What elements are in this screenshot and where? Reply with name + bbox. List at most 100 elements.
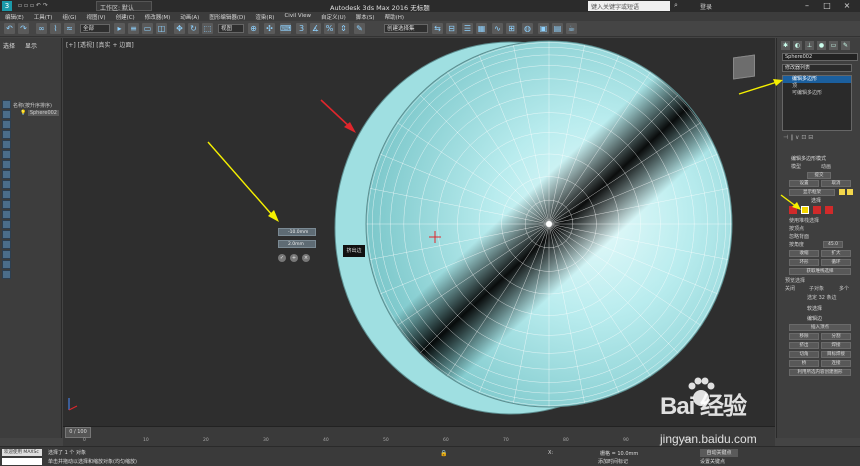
display-tab-icon[interactable]: ▭ <box>829 41 838 50</box>
ref-coord-dropdown[interactable]: 视图 <box>218 24 244 33</box>
radio-model[interactable]: 模型 <box>791 164 801 170</box>
angle-spinner[interactable]: 45.0 <box>823 241 843 248</box>
create-shape-button[interactable]: 利用所选内容创建图形 <box>789 369 851 376</box>
rollout-edit-edges[interactable]: 编辑边 <box>781 316 857 322</box>
light-icon[interactable] <box>2 130 11 139</box>
maximize-icon[interactable]: □ <box>820 1 834 11</box>
menu-views[interactable]: 视图(V) <box>82 12 111 21</box>
utilities-tab-icon[interactable]: ✎ <box>841 41 850 50</box>
keyboard-shortcut-icon[interactable]: ⌨ <box>280 23 292 34</box>
help-search-icon[interactable]: ⌕ <box>674 1 678 10</box>
all-icon[interactable] <box>2 230 11 239</box>
curve-editor-icon[interactable]: ∿ <box>492 23 503 34</box>
insert-vertex-button[interactable]: 插入顶点 <box>789 324 851 331</box>
border-mode-icon[interactable] <box>813 206 821 214</box>
none-icon[interactable] <box>2 240 11 249</box>
spacewarp-icon[interactable] <box>2 160 11 169</box>
rollout-edit-poly-mode[interactable]: 编辑多边形模式 <box>781 156 857 162</box>
bone-icon[interactable] <box>2 190 11 199</box>
unlink-icon[interactable]: ⌇ <box>50 23 61 34</box>
group-icon[interactable] <box>2 170 11 179</box>
caddy-width-field[interactable]: 2.0mm <box>278 240 316 248</box>
menu-tools[interactable]: 工具(T) <box>29 12 58 21</box>
frozen-icon[interactable] <box>2 210 11 219</box>
menu-group[interactable]: 组(G) <box>57 12 81 21</box>
rollout-soft-selection[interactable]: 软选择 <box>781 306 857 312</box>
cage-color1-swatch[interactable] <box>839 189 845 195</box>
filter-icon[interactable] <box>2 100 11 109</box>
radio-animate[interactable]: 动画 <box>821 164 831 170</box>
percent-snap-icon[interactable]: % <box>324 23 335 34</box>
tree-item-sphere[interactable]: 💡 Sphere002 <box>20 110 59 116</box>
weld-button[interactable]: 焊接 <box>821 342 851 349</box>
menu-graph-editors[interactable]: 图形编辑器(D) <box>204 12 250 21</box>
select-object-icon[interactable]: ▸ <box>114 23 125 34</box>
named-selection-dropdown[interactable]: 创建选择集 <box>384 24 428 33</box>
ring-button[interactable]: 环形 <box>789 259 819 266</box>
time-slider-handle[interactable]: 0 / 100 <box>65 427 91 438</box>
maxscript-mini-input[interactable] <box>2 458 42 465</box>
grow-button[interactable]: 扩大 <box>821 250 851 257</box>
bind-spacewarp-icon[interactable]: ≈ <box>64 23 75 34</box>
link-icon[interactable]: ∞ <box>36 23 47 34</box>
rotate-icon[interactable]: ↻ <box>188 23 199 34</box>
angle-snap-icon[interactable]: ∡ <box>310 23 321 34</box>
preview-off-radio[interactable]: 关闭 <box>785 286 795 292</box>
menu-scripting[interactable]: 脚本(S) <box>351 12 380 21</box>
select-manipulate-icon[interactable]: ✣ <box>264 23 275 34</box>
target-weld-button[interactable]: 目标焊接 <box>821 351 851 358</box>
add-time-tag[interactable]: 添加时间标记 <box>598 458 628 465</box>
tab-select[interactable]: 选择 <box>3 43 15 50</box>
display-icon[interactable] <box>2 110 11 119</box>
window-crossing-icon[interactable]: ◫ <box>156 23 167 34</box>
align-icon[interactable]: ⊟ <box>446 23 457 34</box>
preview-multi-radio[interactable]: 多个 <box>839 286 849 292</box>
material-editor-icon[interactable]: ◍ <box>522 23 533 34</box>
extrude-button[interactable]: 挤出 <box>789 342 819 349</box>
quick-access-icons[interactable]: ▫ ▫ ▫ ↶ ↷ <box>18 2 48 9</box>
motion-tab-icon[interactable]: ● <box>817 41 826 50</box>
hierarchy-tab-icon[interactable]: ⊥ <box>805 41 814 50</box>
by-vertex-checkbox[interactable]: 按顶点 <box>789 226 804 232</box>
connect-button[interactable]: 连接 <box>821 360 851 367</box>
commit-button[interactable]: 提交 <box>807 172 831 179</box>
redo-icon[interactable]: ↷ <box>18 23 29 34</box>
rendered-frame-icon[interactable]: ▤ <box>552 23 563 34</box>
remove-button[interactable]: 移除 <box>789 333 819 340</box>
selection-filter-dropdown[interactable]: 全部 <box>80 24 110 33</box>
polygon-mode-icon[interactable] <box>825 206 833 214</box>
select-by-name-icon[interactable]: ≡ <box>128 23 139 34</box>
xref-icon[interactable] <box>2 180 11 189</box>
sync-icon[interactable] <box>2 270 11 279</box>
move-icon[interactable]: ✥ <box>174 23 185 34</box>
menu-rendering[interactable]: 渲染(R) <box>250 12 279 21</box>
stack-item-vertex[interactable]: 顶 <box>783 83 851 90</box>
graphite-ribbon-icon[interactable]: ▦ <box>476 23 487 34</box>
hidden-icon[interactable] <box>2 220 11 229</box>
bridge-button[interactable]: 桥 <box>789 360 819 367</box>
helper-icon[interactable] <box>2 150 11 159</box>
perspective-viewport[interactable]: [+] [透视] [真实 + 边面] 挤出边 -10.0mm 2.0mm ✓ +… <box>63 38 775 426</box>
light-bulb-icon[interactable]: 💡 <box>20 110 26 116</box>
stack-item-editable-poly[interactable]: 可编辑多边形 <box>783 90 851 97</box>
menu-help[interactable]: 帮助(H) <box>380 12 409 21</box>
snaps-toggle-icon[interactable]: 3 <box>296 23 307 34</box>
chamfer-button[interactable]: 切角 <box>789 351 819 358</box>
stack-item-edit-poly[interactable]: 编辑多边形 <box>783 76 851 83</box>
tab-display[interactable]: 显示 <box>25 43 37 50</box>
menu-civil-view[interactable]: Civil View <box>279 12 315 21</box>
shrink-button[interactable]: 收缩 <box>789 250 819 257</box>
invert-icon[interactable] <box>2 250 11 259</box>
schematic-view-icon[interactable]: ⊞ <box>506 23 517 34</box>
rect-selection-icon[interactable]: ▭ <box>142 23 153 34</box>
caddy-cancel-icon[interactable]: × <box>302 254 310 262</box>
menu-edit[interactable]: 编辑(E) <box>0 12 29 21</box>
minimize-icon[interactable]: – <box>800 1 814 11</box>
use-stack-checkbox[interactable]: 使用堆栈选择 <box>789 218 819 224</box>
modify-tab-icon[interactable]: ◐ <box>793 41 802 50</box>
caddy-height-field[interactable]: -10.0mm <box>278 228 316 236</box>
maxscript-listener[interactable]: 欢迎使用 MAXSc <box>2 449 42 456</box>
caddy-ok-icon[interactable]: ✓ <box>278 254 286 262</box>
stack-tools-icons[interactable]: ⊣ ∥ ∨ ⊡ ⊟ <box>783 134 813 141</box>
by-angle-checkbox[interactable]: 按角度 <box>789 242 804 248</box>
